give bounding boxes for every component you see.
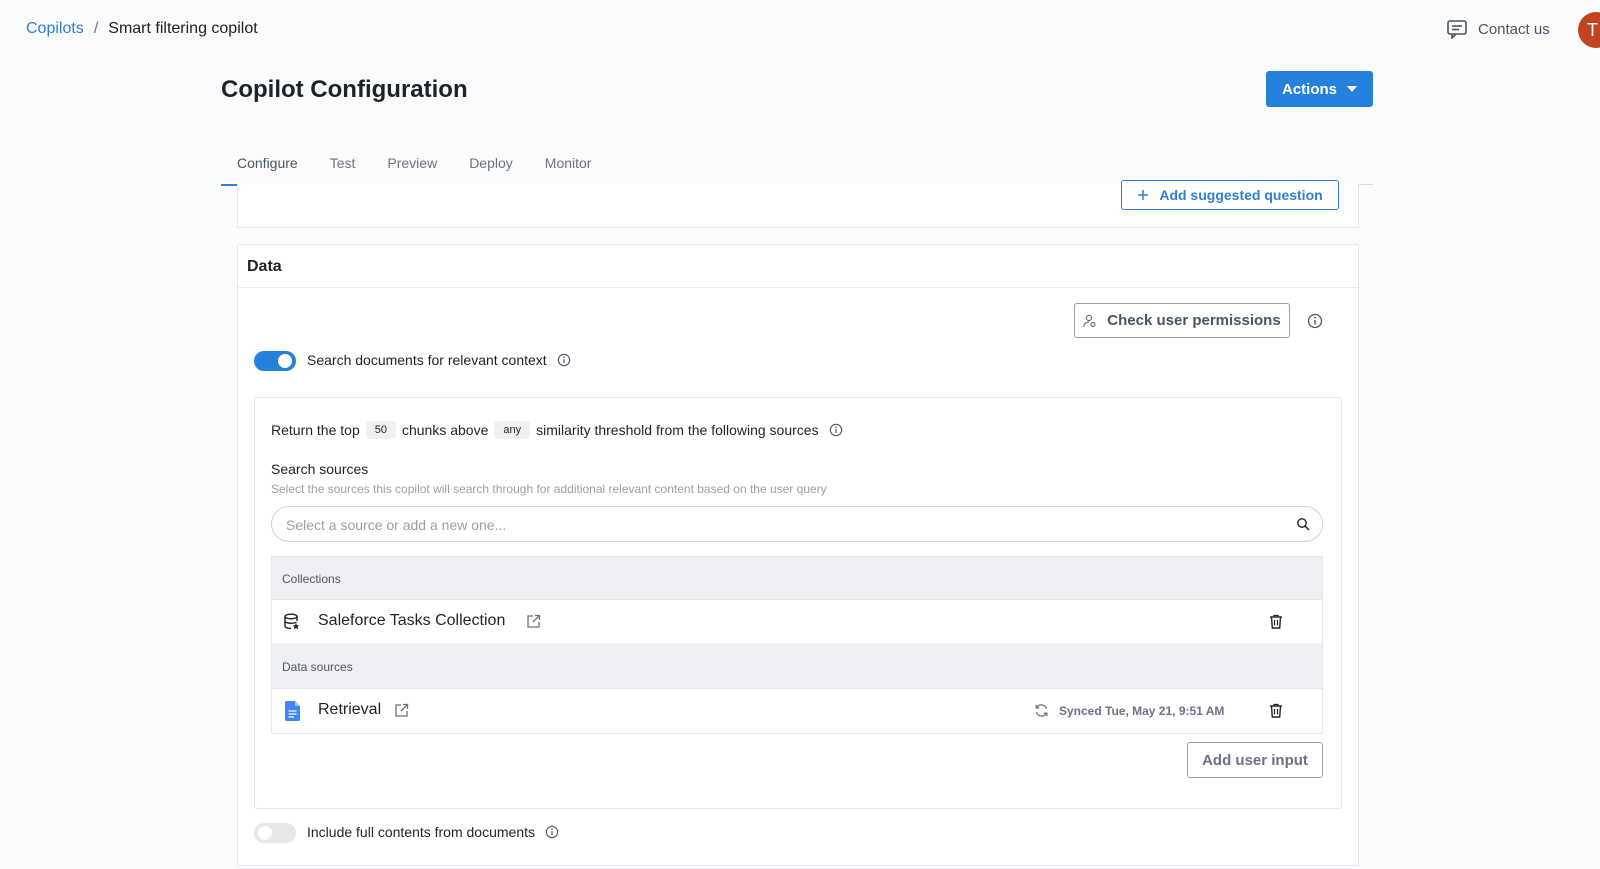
permissions-info-icon[interactable] [1307, 313, 1323, 329]
collections-group-header: Collections [272, 557, 1322, 599]
collections-header-label: Collections [282, 572, 341, 586]
data-section-title: Data [247, 258, 282, 275]
search-documents-toggle[interactable] [254, 351, 296, 371]
user-search-icon [1083, 314, 1096, 327]
actions-button[interactable]: Actions [1266, 71, 1373, 107]
breadcrumb-copilots-link[interactable]: Copilots [26, 20, 84, 38]
external-link-icon[interactable] [394, 703, 409, 718]
breadcrumb: Copilots / Smart filtering copilot [26, 20, 258, 38]
toggle-knob [258, 826, 272, 840]
return-info-icon[interactable] [829, 423, 843, 437]
add-suggested-question-button[interactable]: Add suggested question [1121, 180, 1339, 210]
source-search-field [271, 506, 1323, 543]
tab-preview[interactable]: Preview [371, 146, 453, 184]
actions-label: Actions [1281, 80, 1337, 98]
sources-table: Collections Saleforce Tasks Collection D… [271, 556, 1323, 734]
caret-down-icon [1347, 86, 1357, 92]
add-user-input-button[interactable]: Add user input [1187, 742, 1323, 778]
trash-icon[interactable] [1269, 703, 1283, 718]
search-icon[interactable] [1296, 517, 1310, 531]
page-title: Copilot Configuration [221, 76, 468, 103]
tab-test[interactable]: Test [314, 146, 372, 184]
search-documents-row: Search documents for relevant context [307, 352, 571, 368]
breadcrumb-current: Smart filtering copilot [108, 20, 258, 37]
search-documents-info-icon[interactable] [557, 353, 571, 367]
include-full-contents-info-icon[interactable] [545, 825, 559, 839]
return-prefix: Return the top [271, 422, 360, 438]
sync-status: Synced Tue, May 21, 9:51 AM [1034, 703, 1224, 718]
return-top-chunks-line: Return the top 50 chunks above any simil… [271, 421, 843, 439]
breadcrumb-separator: / [93, 20, 99, 37]
chunks-count-chip[interactable]: 50 [365, 421, 396, 439]
chat-icon [1447, 20, 1467, 39]
collection-row: Saleforce Tasks Collection [272, 599, 1322, 645]
contact-us-label: Contact us [1478, 20, 1550, 38]
threshold-chip[interactable]: any [494, 421, 531, 439]
search-documents-label: Search documents for relevant context [307, 352, 547, 368]
data-card: Data Check user permissions Search docum… [237, 244, 1359, 866]
tab-configure[interactable]: Configure [221, 146, 314, 186]
retrieval-settings-box: Return the top 50 chunks above any simil… [254, 397, 1342, 809]
include-full-contents-row: Include full contents from documents [307, 824, 559, 840]
external-link-icon[interactable] [526, 614, 541, 629]
check-user-permissions-button[interactable]: Check user permissions [1074, 303, 1290, 338]
data-source-name[interactable]: Retrieval [318, 701, 381, 719]
add-suggested-question-label: Add suggested question [1159, 187, 1323, 203]
synced-timestamp: Synced Tue, May 21, 9:51 AM [1059, 703, 1225, 718]
contact-us-button[interactable]: Contact us [1446, 19, 1550, 39]
include-full-contents-toggle[interactable] [254, 823, 296, 843]
google-doc-icon [285, 701, 300, 721]
search-sources-title: Search sources [271, 461, 369, 477]
trash-icon[interactable] [1269, 614, 1283, 629]
data-source-row: Retrieval Synced Tue, May 21, 9:51 AM [272, 688, 1322, 733]
avatar[interactable]: T [1578, 12, 1600, 48]
data-sources-group-header: Data sources [272, 643, 1322, 688]
return-suffix: similarity threshold from the following … [536, 422, 819, 438]
sync-icon[interactable] [1034, 703, 1049, 718]
toggle-knob [278, 354, 292, 368]
check-user-permissions-label: Check user permissions [1107, 312, 1281, 329]
database-star-icon [284, 613, 300, 630]
include-full-contents-label: Include full contents from documents [307, 824, 536, 840]
data-card-header: Data [238, 245, 1358, 288]
search-sources-subtitle: Select the sources this copilot will sea… [271, 482, 827, 496]
tab-monitor[interactable]: Monitor [529, 146, 608, 184]
tab-deploy[interactable]: Deploy [453, 146, 529, 184]
plus-icon [1138, 190, 1149, 200]
data-sources-header-label: Data sources [282, 660, 353, 674]
collection-name[interactable]: Saleforce Tasks Collection [318, 612, 505, 630]
source-search-input[interactable] [284, 507, 1278, 543]
return-middle: chunks above [401, 422, 489, 438]
